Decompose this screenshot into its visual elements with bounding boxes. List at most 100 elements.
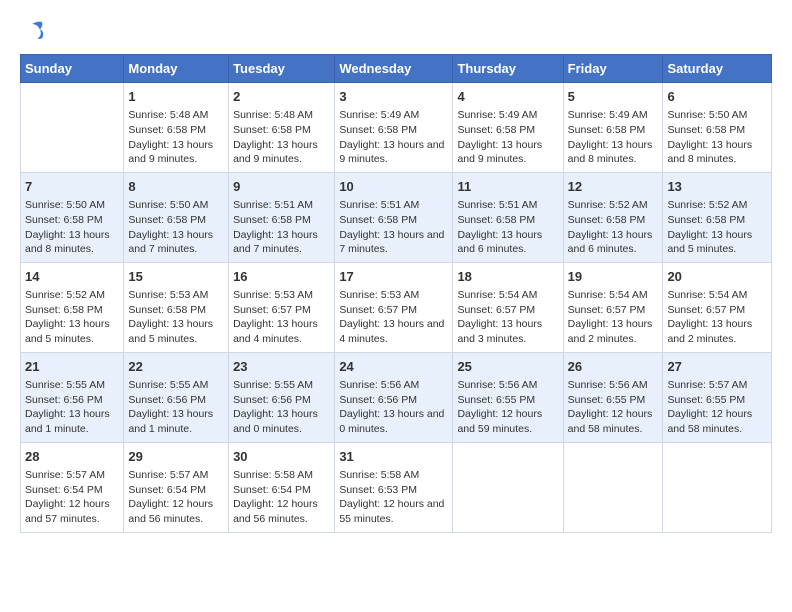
day-number: 12 xyxy=(568,178,659,196)
day-number: 15 xyxy=(128,268,224,286)
calendar-cell: 27Sunrise: 5:57 AMSunset: 6:55 PMDayligh… xyxy=(663,352,772,442)
day-info: Daylight: 13 hours and 7 minutes. xyxy=(128,228,224,257)
day-info: Sunset: 6:57 PM xyxy=(457,303,558,318)
day-info: Daylight: 13 hours and 4 minutes. xyxy=(233,317,330,346)
day-info: Sunset: 6:56 PM xyxy=(25,393,119,408)
day-number: 31 xyxy=(339,448,448,466)
day-info: Sunrise: 5:53 AM xyxy=(128,288,224,303)
calendar-cell: 13Sunrise: 5:52 AMSunset: 6:58 PMDayligh… xyxy=(663,172,772,262)
day-info: Sunrise: 5:48 AM xyxy=(233,108,330,123)
day-info: Daylight: 13 hours and 8 minutes. xyxy=(568,138,659,167)
day-info: Daylight: 13 hours and 9 minutes. xyxy=(457,138,558,167)
header xyxy=(20,20,772,44)
day-info: Sunrise: 5:58 AM xyxy=(233,468,330,483)
day-info: Daylight: 12 hours and 59 minutes. xyxy=(457,407,558,436)
day-number: 23 xyxy=(233,358,330,376)
day-info: Sunrise: 5:56 AM xyxy=(457,378,558,393)
day-number: 3 xyxy=(339,88,448,106)
calendar-table: SundayMondayTuesdayWednesdayThursdayFrid… xyxy=(20,54,772,533)
day-info: Sunset: 6:56 PM xyxy=(128,393,224,408)
day-info: Sunrise: 5:52 AM xyxy=(568,198,659,213)
day-info: Sunrise: 5:51 AM xyxy=(233,198,330,213)
day-info: Sunset: 6:55 PM xyxy=(568,393,659,408)
day-number: 9 xyxy=(233,178,330,196)
calendar-cell xyxy=(21,83,124,173)
day-info: Sunset: 6:57 PM xyxy=(339,303,448,318)
week-row-5: 28Sunrise: 5:57 AMSunset: 6:54 PMDayligh… xyxy=(21,442,772,532)
day-number: 30 xyxy=(233,448,330,466)
calendar-cell xyxy=(663,442,772,532)
header-day-monday: Monday xyxy=(124,55,229,83)
day-info: Sunset: 6:58 PM xyxy=(339,213,448,228)
calendar-cell: 20Sunrise: 5:54 AMSunset: 6:57 PMDayligh… xyxy=(663,262,772,352)
day-number: 4 xyxy=(457,88,558,106)
day-info: Sunrise: 5:53 AM xyxy=(339,288,448,303)
calendar-cell: 16Sunrise: 5:53 AMSunset: 6:57 PMDayligh… xyxy=(229,262,335,352)
calendar-cell: 26Sunrise: 5:56 AMSunset: 6:55 PMDayligh… xyxy=(563,352,663,442)
calendar-cell: 3Sunrise: 5:49 AMSunset: 6:58 PMDaylight… xyxy=(335,83,453,173)
day-info: Daylight: 12 hours and 56 minutes. xyxy=(128,497,224,526)
calendar-cell xyxy=(563,442,663,532)
day-info: Daylight: 13 hours and 0 minutes. xyxy=(339,407,448,436)
header-row: SundayMondayTuesdayWednesdayThursdayFrid… xyxy=(21,55,772,83)
day-info: Sunrise: 5:49 AM xyxy=(339,108,448,123)
day-info: Sunrise: 5:54 AM xyxy=(568,288,659,303)
day-info: Sunset: 6:53 PM xyxy=(339,483,448,498)
day-number: 27 xyxy=(667,358,767,376)
calendar-cell: 22Sunrise: 5:55 AMSunset: 6:56 PMDayligh… xyxy=(124,352,229,442)
day-number: 17 xyxy=(339,268,448,286)
calendar-cell: 23Sunrise: 5:55 AMSunset: 6:56 PMDayligh… xyxy=(229,352,335,442)
header-day-sunday: Sunday xyxy=(21,55,124,83)
day-info: Sunset: 6:58 PM xyxy=(128,303,224,318)
day-number: 2 xyxy=(233,88,330,106)
day-info: Sunset: 6:56 PM xyxy=(233,393,330,408)
day-number: 6 xyxy=(667,88,767,106)
calendar-cell: 2 Sunrise: 5:48 AMSunset: 6:58 PMDaylight… xyxy=(229,83,335,173)
day-info: Daylight: 12 hours and 58 minutes. xyxy=(667,407,767,436)
day-info: Sunset: 6:55 PM xyxy=(457,393,558,408)
calendar-cell: 30 Sunrise: 5:58 AMSunset: 6:54 PMDayligh… xyxy=(229,442,335,532)
day-info: Sunset: 6:58 PM xyxy=(233,213,330,228)
day-info: Daylight: 13 hours and 1 minute. xyxy=(128,407,224,436)
day-info: Daylight: 12 hours and 55 minutes. xyxy=(339,497,448,526)
calendar-cell: 7Sunrise: 5:50 AMSunset: 6:58 PMDaylight… xyxy=(21,172,124,262)
calendar-cell: 19 Sunrise: 5:54 AMSunset: 6:57 PMDayligh… xyxy=(563,262,663,352)
day-info: Daylight: 13 hours and 2 minutes. xyxy=(568,317,659,346)
day-info: Sunset: 6:58 PM xyxy=(568,123,659,138)
day-info: Sunset: 6:58 PM xyxy=(233,123,330,138)
calendar-cell: 1Sunrise: 5:48 AMSunset: 6:58 PMDaylight… xyxy=(124,83,229,173)
week-row-3: 14Sunrise: 5:52 AMSunset: 6:58 PMDayligh… xyxy=(21,262,772,352)
day-info: Sunset: 6:56 PM xyxy=(339,393,448,408)
day-info: Sunset: 6:57 PM xyxy=(233,303,330,318)
day-info: Sunset: 6:55 PM xyxy=(667,393,767,408)
day-info: Sunrise: 5:48 AM xyxy=(128,108,224,123)
calendar-cell: 31Sunrise: 5:58 AMSunset: 6:53 PMDayligh… xyxy=(335,442,453,532)
day-number: 19 xyxy=(568,268,659,286)
day-info: Sunset: 6:58 PM xyxy=(25,303,119,318)
day-info: Daylight: 13 hours and 8 minutes. xyxy=(25,228,119,257)
calendar-cell xyxy=(453,442,563,532)
calendar-header: SundayMondayTuesdayWednesdayThursdayFrid… xyxy=(21,55,772,83)
calendar-cell: 4Sunrise: 5:49 AMSunset: 6:58 PMDaylight… xyxy=(453,83,563,173)
day-info: Daylight: 13 hours and 1 minute. xyxy=(25,407,119,436)
day-info: Sunset: 6:57 PM xyxy=(568,303,659,318)
day-info: Sunset: 6:54 PM xyxy=(25,483,119,498)
header-day-saturday: Saturday xyxy=(663,55,772,83)
day-info: Sunset: 6:57 PM xyxy=(667,303,767,318)
day-info: Sunset: 6:54 PM xyxy=(233,483,330,498)
day-info: Sunset: 6:58 PM xyxy=(128,213,224,228)
header-day-thursday: Thursday xyxy=(453,55,563,83)
logo xyxy=(20,20,48,44)
day-info: Daylight: 13 hours and 9 minutes. xyxy=(233,138,330,167)
day-info: Sunrise: 5:56 AM xyxy=(339,378,448,393)
day-info: Daylight: 13 hours and 2 minutes. xyxy=(667,317,767,346)
day-number: 24 xyxy=(339,358,448,376)
day-info: Sunset: 6:58 PM xyxy=(25,213,119,228)
calendar-cell: 11Sunrise: 5:51 AMSunset: 6:58 PMDayligh… xyxy=(453,172,563,262)
day-number: 8 xyxy=(128,178,224,196)
day-number: 7 xyxy=(25,178,119,196)
day-number: 20 xyxy=(667,268,767,286)
day-info: Daylight: 12 hours and 56 minutes. xyxy=(233,497,330,526)
day-info: Daylight: 13 hours and 0 minutes. xyxy=(233,407,330,436)
calendar-cell: 17Sunrise: 5:53 AMSunset: 6:57 PMDayligh… xyxy=(335,262,453,352)
